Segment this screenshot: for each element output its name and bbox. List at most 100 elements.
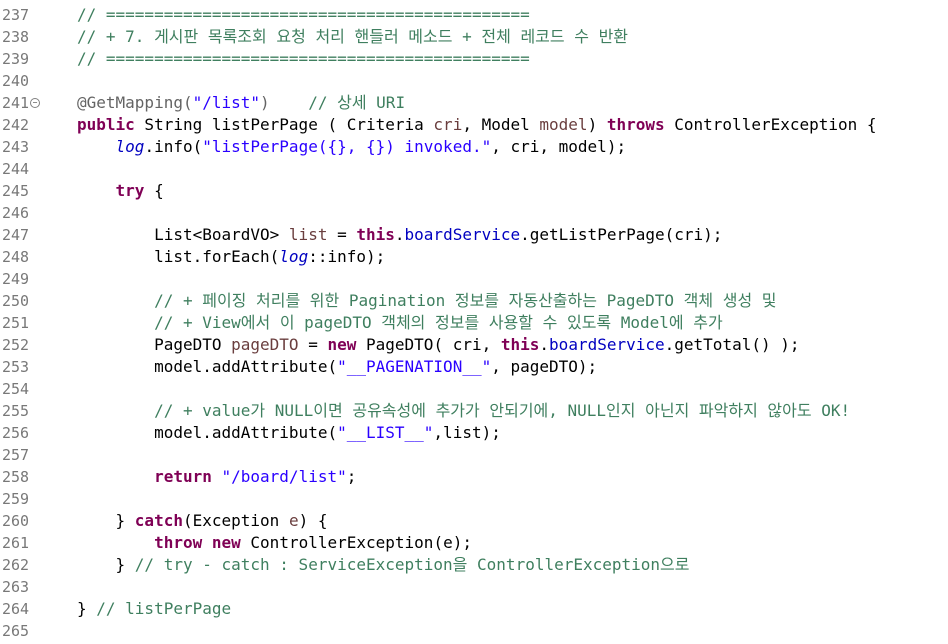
code-token: ,list);: [433, 423, 501, 442]
line-number: 265: [2, 622, 30, 640]
code-line[interactable]: 256 model.addAttribute("__LIST__",list);: [0, 422, 948, 444]
code-token: // =====================================…: [77, 5, 530, 24]
code-line[interactable]: 255 // + value가 NULL이면 공유속성에 추가가 안되기에, N…: [0, 400, 948, 422]
line-number: 250: [2, 292, 30, 310]
line-number: 242: [2, 116, 30, 134]
code-token: model: [539, 115, 588, 134]
code-text[interactable]: // + View에서 이 pageDTO 객체의 정보를 사용할 수 있도록 …: [77, 312, 723, 334]
code-line[interactable]: 241− @GetMapping("/list") // 상세 URI: [0, 92, 948, 114]
code-token: throws: [606, 115, 665, 134]
code-line[interactable]: 257: [0, 444, 948, 466]
code-token: PageDTO: [77, 335, 232, 354]
code-token: throw: [154, 533, 203, 552]
line-number: 247: [2, 226, 30, 244]
line-number: 253: [2, 358, 30, 376]
code-line[interactable]: 237 // ==================================…: [0, 4, 948, 26]
code-token: log: [279, 247, 309, 266]
line-number: 238: [2, 28, 30, 46]
code-line[interactable]: 249: [0, 268, 948, 290]
code-line[interactable]: 248 list.forEach(log::info);: [0, 246, 948, 268]
code-text[interactable]: PageDTO pageDTO = new PageDTO( cri, this…: [77, 334, 800, 356]
code-token: .getTotal() );: [664, 335, 800, 354]
code-token: model.addAttribute(: [77, 423, 338, 442]
code-line[interactable]: 243 log.info("listPerPage({}, {}) invoke…: [0, 136, 948, 158]
code-line[interactable]: 265: [0, 620, 948, 642]
code-line[interactable]: 250 // + 페이징 처리를 위한 Pagination 정보를 자동산출하…: [0, 290, 948, 312]
code-token: boardService: [549, 335, 665, 354]
code-text[interactable]: List<BoardVO> list = this.boardService.g…: [77, 224, 722, 246]
code-line[interactable]: 262 } // try - catch : ServiceException을…: [0, 554, 948, 576]
code-token: boardService: [404, 225, 521, 244]
code-line[interactable]: 263: [0, 576, 948, 598]
code-line[interactable]: 242 public String listPerPage ( Criteria …: [0, 114, 948, 136]
code-token: ::info);: [308, 247, 386, 266]
code-text[interactable]: public String listPerPage ( Criteria cri…: [77, 114, 877, 136]
fold-collapse-icon[interactable]: −: [30, 98, 40, 108]
code-line[interactable]: 239 // ==================================…: [0, 48, 948, 70]
code-token: ): [260, 93, 309, 112]
code-token: this: [500, 335, 540, 354]
code-line[interactable]: 259: [0, 488, 948, 510]
code-token: this: [356, 225, 395, 244]
code-line[interactable]: 260 } catch(Exception e) {: [0, 510, 948, 532]
code-text[interactable]: model.addAttribute("__LIST__",list);: [77, 422, 501, 444]
code-token: }: [77, 599, 97, 618]
line-number: 264: [2, 600, 30, 618]
code-line[interactable]: 261 throw new ControllerException(e);: [0, 532, 948, 554]
line-number: 239: [2, 50, 30, 68]
line-number: 263: [2, 578, 30, 596]
code-line[interactable]: 244: [0, 158, 948, 180]
code-line[interactable]: 264 } // listPerPage: [0, 598, 948, 620]
code-token: // + View에서 이 pageDTO 객체의 정보를 사용할 수 있도록 …: [77, 313, 723, 332]
code-editor[interactable]: 237 // ==================================…: [0, 0, 948, 644]
code-line[interactable]: 238 // + 7. 게시판 목록조회 요청 처리 핸들러 메소드 + 전체 레…: [0, 26, 948, 48]
code-line[interactable]: 247 List<BoardVO> list = this.boardServi…: [0, 224, 948, 246]
code-text[interactable]: } catch(Exception e) {: [77, 510, 328, 532]
code-text[interactable]: list.forEach(log::info);: [77, 246, 385, 268]
code-token: @GetMapping(: [77, 93, 193, 112]
code-text[interactable]: // + 7. 게시판 목록조회 요청 처리 핸들러 메소드 + 전체 레코드 …: [77, 26, 628, 48]
code-token: list.forEach(: [77, 247, 280, 266]
code-text[interactable]: } // try - catch : ServiceException을 Con…: [77, 554, 690, 576]
code-line[interactable]: 245 try {: [0, 180, 948, 202]
code-line[interactable]: 240: [0, 70, 948, 92]
line-number: 261: [2, 534, 30, 552]
code-token: String listPerPage ( Criteria: [134, 115, 434, 134]
code-token: new: [211, 533, 241, 552]
code-text[interactable]: try {: [77, 180, 164, 202]
code-token: List<BoardVO>: [77, 225, 289, 244]
line-number: 257: [2, 446, 30, 464]
code-token: PageDTO( cri,: [356, 335, 501, 354]
code-text[interactable]: @GetMapping("/list") // 상세 URI: [77, 92, 405, 114]
code-text[interactable]: return "/board/list";: [77, 466, 356, 488]
code-text[interactable]: // + value가 NULL이면 공유속성에 추가가 안되기에, NULL인…: [77, 400, 850, 422]
code-text[interactable]: } // listPerPage: [77, 598, 231, 620]
code-token: }: [77, 555, 135, 574]
code-text[interactable]: throw new ControllerException(e);: [77, 532, 472, 554]
code-line[interactable]: 254: [0, 378, 948, 400]
code-line[interactable]: 258 return "/board/list";: [0, 466, 948, 488]
code-line[interactable]: 252 PageDTO pageDTO = new PageDTO( cri, …: [0, 334, 948, 356]
code-text[interactable]: model.addAttribute("__PAGENATION__", pag…: [77, 356, 597, 378]
code-token: , cri, model);: [491, 137, 627, 156]
code-token: // try - catch : ServiceException을 Contr…: [134, 555, 690, 574]
line-number: 249: [2, 270, 30, 288]
line-number: 256: [2, 424, 30, 442]
line-number: 237: [2, 6, 30, 24]
code-token: ControllerException {: [664, 115, 877, 134]
code-token: // + 페이징 처리를 위한 Pagination 정보를 자동산출하는 Pa…: [77, 291, 777, 310]
code-token: ): [587, 115, 607, 134]
code-line[interactable]: 251 // + View에서 이 pageDTO 객체의 정보를 사용할 수 …: [0, 312, 948, 334]
code-text[interactable]: log.info("listPerPage({}, {}) invoked.",…: [77, 136, 627, 158]
code-line[interactable]: 253 model.addAttribute("__PAGENATION__",…: [0, 356, 948, 378]
code-line[interactable]: 246: [0, 202, 948, 224]
code-text[interactable]: // + 페이징 처리를 위한 Pagination 정보를 자동산출하는 Pa…: [77, 290, 777, 312]
code-token: catch: [134, 511, 183, 530]
code-text[interactable]: // =====================================…: [77, 48, 530, 70]
code-text[interactable]: // =====================================…: [77, 4, 530, 26]
code-token: , pageDTO);: [491, 357, 598, 376]
